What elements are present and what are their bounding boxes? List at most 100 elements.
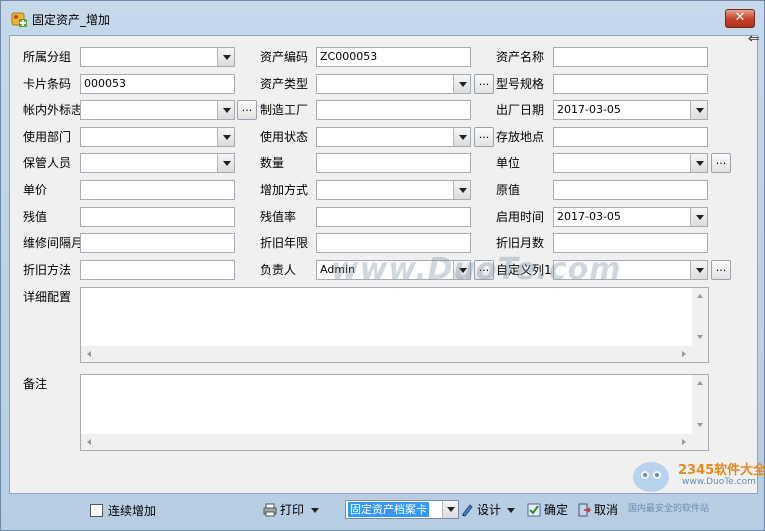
dep-months-input[interactable] (553, 233, 708, 253)
vertical-scrollbar[interactable] (692, 375, 708, 434)
code-label: 资产编码 (260, 50, 309, 64)
factory-date-picker[interactable]: 2017-03-05 (553, 100, 708, 120)
chevron-down-icon[interactable] (507, 508, 515, 513)
scroll-up-icon[interactable] (697, 381, 703, 385)
title-bar[interactable]: 固定资产_增加 ✕ (1, 1, 764, 35)
dialog-window: 固定资产_增加 ✕ ⇐ 所属分组 资产编码 ZC000053 资产名称 卡片条码… (0, 0, 765, 531)
print-template-select[interactable]: 固定资产档案卡 (345, 500, 459, 519)
card-label: 卡片条码 (23, 77, 72, 91)
type-select[interactable] (316, 74, 471, 94)
residual-input[interactable] (80, 207, 235, 227)
chevron-down-icon[interactable] (690, 208, 707, 226)
code-input[interactable]: ZC000053 (316, 47, 471, 67)
chevron-down-icon[interactable] (690, 261, 707, 279)
continuous-add-label[interactable]: 连续增加 (108, 503, 156, 519)
chevron-down-icon[interactable] (453, 261, 470, 279)
dep-years-label: 折旧年限 (260, 236, 309, 250)
maker-input[interactable] (316, 100, 471, 120)
qty-input[interactable] (316, 153, 471, 173)
chevron-down-icon[interactable] (453, 181, 470, 199)
ok-label: 确定 (544, 503, 569, 517)
owner-label: 负责人 (260, 263, 297, 277)
method-select[interactable] (316, 180, 471, 200)
factory-date-label: 出厂日期 (496, 103, 545, 117)
inout-select[interactable] (80, 100, 235, 120)
start-date-label: 启用时间 (496, 210, 545, 224)
remark-textarea[interactable] (80, 374, 709, 451)
owner-select[interactable]: Admin (316, 260, 471, 280)
chevron-down-icon[interactable] (217, 101, 234, 119)
scroll-down-icon[interactable] (697, 335, 703, 339)
price-label: 单价 (23, 183, 48, 197)
owner-browse-button[interactable]: ... (474, 260, 494, 280)
residual-rate-input[interactable] (316, 207, 471, 227)
chevron-down-icon[interactable] (690, 154, 707, 172)
app-icon (11, 12, 27, 27)
scroll-down-icon[interactable] (697, 423, 703, 427)
scrollbar-corner (692, 434, 708, 450)
type-browse-button[interactable]: ... (474, 74, 494, 94)
scroll-left-icon[interactable] (87, 351, 91, 357)
scroll-right-icon[interactable] (682, 351, 686, 357)
design-icon (462, 504, 473, 517)
unit-select[interactable] (553, 153, 708, 173)
ok-button[interactable]: 确定 (527, 500, 571, 520)
name-label: 资产名称 (496, 50, 545, 64)
method-label: 增加方式 (260, 183, 309, 197)
maker-label: 制造工厂 (260, 103, 309, 117)
card-input[interactable]: 000053 (80, 74, 235, 94)
chevron-down-icon[interactable] (442, 501, 458, 518)
detail-textarea[interactable] (80, 287, 709, 363)
place-label: 存放地点 (496, 130, 545, 144)
dep-months-label: 折旧月数 (496, 236, 545, 250)
scroll-right-icon[interactable] (682, 439, 686, 445)
close-button[interactable]: ✕ (725, 9, 755, 28)
continuous-add-checkbox[interactable] (90, 504, 103, 517)
scroll-left-icon[interactable] (87, 439, 91, 445)
chevron-down-icon[interactable] (453, 128, 470, 146)
horizontal-scrollbar[interactable] (81, 434, 692, 450)
chevron-down-icon[interactable] (217, 128, 234, 146)
scrollbar-corner (692, 346, 708, 362)
orig-input[interactable] (553, 180, 708, 200)
inout-label: 帐内外标志 (23, 103, 84, 117)
printer-icon (263, 503, 277, 517)
design-button[interactable]: 设计 (460, 500, 518, 520)
status-select[interactable] (316, 127, 471, 147)
maint-input[interactable] (80, 233, 235, 253)
dep-method-input[interactable] (80, 260, 235, 280)
inout-browse-button[interactable]: ... (237, 100, 257, 120)
model-label: 型号规格 (496, 77, 545, 91)
resize-arrow-icon: ⇐ (748, 31, 760, 47)
vertical-scrollbar[interactable] (692, 288, 708, 346)
print-button[interactable]: 打印 (263, 500, 323, 520)
dept-select[interactable] (80, 127, 235, 147)
ok-icon (527, 503, 541, 517)
dept-label: 使用部门 (23, 130, 72, 144)
status-browse-button[interactable]: ... (474, 127, 494, 147)
residual-rate-label: 残值率 (260, 210, 297, 224)
group-select[interactable] (80, 47, 235, 67)
dep-years-input[interactable] (316, 233, 471, 253)
scroll-up-icon[interactable] (697, 294, 703, 298)
chevron-down-icon[interactable] (453, 75, 470, 93)
name-input[interactable] (553, 47, 708, 67)
unit-browse-button[interactable]: ... (711, 153, 731, 173)
chevron-down-icon[interactable] (690, 101, 707, 119)
chevron-down-icon[interactable] (311, 508, 319, 513)
custom-browse-button[interactable]: ... (711, 260, 731, 280)
place-input[interactable] (553, 127, 708, 147)
price-input[interactable] (80, 180, 235, 200)
custom-select[interactable] (553, 260, 708, 280)
chevron-down-icon[interactable] (217, 48, 234, 66)
chevron-down-icon[interactable] (217, 154, 234, 172)
detail-label: 详细配置 (23, 290, 72, 304)
maint-label: 维修间隔月 (23, 236, 84, 250)
keeper-select[interactable] (80, 153, 235, 173)
cancel-button[interactable]: 取消 (577, 500, 625, 520)
horizontal-scrollbar[interactable] (81, 346, 692, 362)
model-input[interactable] (553, 74, 708, 94)
start-date-picker[interactable]: 2017-03-05 (553, 207, 708, 227)
remark-label: 备注 (23, 377, 48, 391)
close-icon: ✕ (734, 10, 746, 25)
